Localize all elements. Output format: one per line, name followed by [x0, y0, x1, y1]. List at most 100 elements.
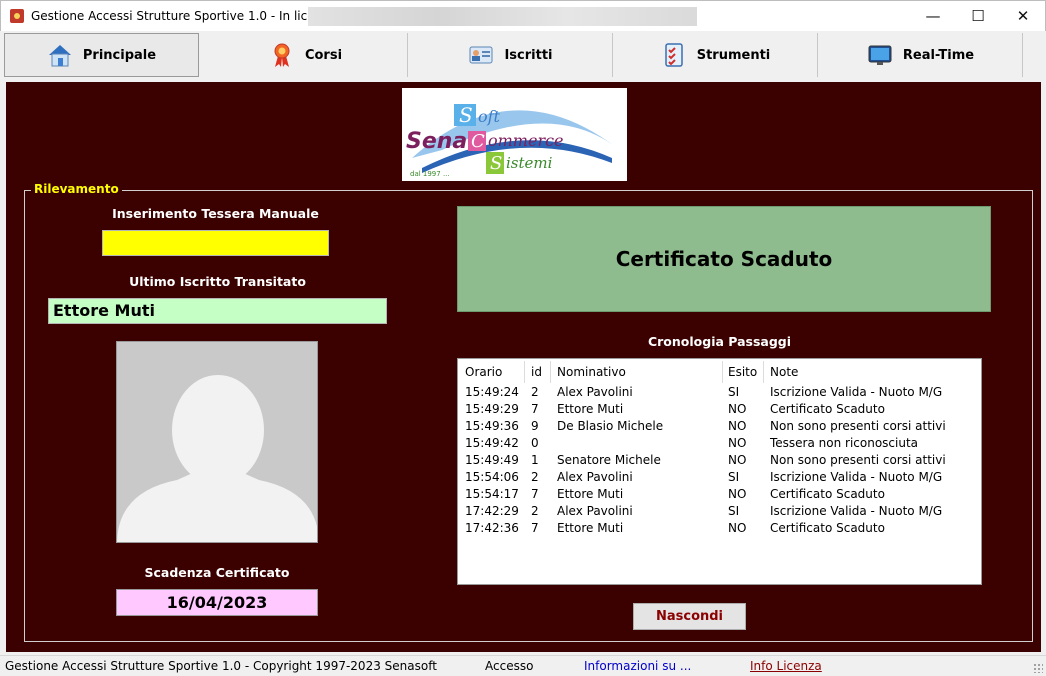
copyright-text: Gestione Accessi Strutture Sportive 1.0 … — [5, 659, 437, 673]
licensee-redacted — [308, 7, 697, 26]
svg-text:Sena: Sena — [406, 129, 467, 154]
row-time: 15:49:24 — [465, 385, 519, 399]
svg-text:istemi: istemi — [506, 154, 553, 172]
access-status-box: Certificato Scaduto — [457, 206, 991, 312]
license-link[interactable]: Info Licenza — [750, 659, 822, 673]
table-row[interactable]: 17:42:29 2 Alex Pavolini SI Iscrizione Valid… — [458, 504, 981, 521]
tab-bar: Principale Corsi Iscritti Strumenti Real… — [0, 31, 1046, 79]
column-divider — [763, 361, 764, 383]
row-time: 17:42:29 — [465, 504, 519, 518]
row-result: NO — [728, 487, 747, 501]
row-note: Iscrizione Valida - Nuoto M/G — [770, 385, 943, 399]
svg-text:dal 1997 ...: dal 1997 ... — [410, 170, 450, 178]
row-note: Tessera non riconosciuta — [770, 436, 919, 450]
id-card-icon — [469, 46, 493, 64]
svg-text:S: S — [459, 103, 473, 127]
row-name: Ettore Muti — [557, 521, 624, 535]
row-id: 7 — [531, 521, 539, 535]
row-id: 1 — [531, 453, 539, 467]
resize-grip[interactable] — [1033, 663, 1043, 673]
minimize-button[interactable]: — — [910, 1, 956, 31]
table-row[interactable]: 17:42:36 7 Ettore Muti NO Certificato Scadut… — [458, 521, 981, 538]
row-name: Alex Pavolini — [557, 504, 633, 518]
table-row[interactable]: 15:54:17 7 Ettore Muti NO Certificato Scadut… — [458, 487, 981, 504]
svg-text:S: S — [490, 153, 502, 174]
main-panel: S oft Sena C ommerce S istemi dal 1997 .… — [6, 82, 1041, 652]
row-name: Senatore Michele — [557, 453, 661, 467]
column-header-orario[interactable]: Orario — [465, 365, 502, 379]
row-result: NO — [728, 521, 747, 535]
row-name: Ettore Muti — [557, 402, 624, 416]
row-time: 15:54:17 — [465, 487, 519, 501]
row-time: 17:42:36 — [465, 521, 519, 535]
row-id: 7 — [531, 402, 539, 416]
history-header: Orario id Nominativo Esito Note — [458, 359, 981, 385]
row-id: 9 — [531, 419, 539, 433]
column-header-nominativo[interactable]: Nominativo — [557, 365, 626, 379]
checklist-icon — [664, 43, 683, 67]
last-member-field: Ettore Muti — [48, 298, 387, 324]
status-bar: Gestione Accessi Strutture Sportive 1.0 … — [0, 655, 1046, 676]
svg-text:oft: oft — [478, 107, 501, 126]
history-label: Cronologia Passaggi — [647, 334, 792, 349]
column-divider — [524, 361, 525, 383]
mode-text: Accesso — [485, 659, 534, 673]
row-note: Iscrizione Valida - Nuoto M/G — [770, 504, 943, 518]
group-title: Rilevamento — [31, 182, 122, 196]
window-title: Gestione Accessi Strutture Sportive 1.0 … — [31, 9, 352, 23]
manual-card-input[interactable] — [102, 230, 329, 256]
row-time: 15:49:49 — [465, 453, 519, 467]
company-logo: S oft Sena C ommerce S istemi dal 1997 .… — [402, 88, 627, 181]
senasoft-logo: S oft Sena C ommerce S istemi dal 1997 .… — [402, 88, 627, 181]
tab-label: Strumenti — [696, 47, 771, 63]
tab-principale[interactable]: Principale — [4, 33, 199, 77]
app-icon — [10, 9, 24, 23]
row-time: 15:49:29 — [465, 402, 519, 416]
table-row[interactable]: 15:49:42 0 NO Tessera non riconosciuta — [458, 436, 981, 453]
row-id: 2 — [531, 470, 539, 484]
row-id: 7 — [531, 487, 539, 501]
column-header-note[interactable]: Note — [770, 365, 798, 379]
column-header-esito[interactable]: Esito — [728, 365, 757, 379]
house-icon — [48, 45, 71, 67]
tab-label: Iscritti — [504, 47, 553, 63]
title-bar: Gestione Accessi Strutture Sportive 1.0 … — [0, 0, 1046, 31]
table-row[interactable]: 15:49:29 7 Ettore Muti NO Certificato Scadut… — [458, 402, 981, 419]
row-result: SI — [728, 470, 740, 484]
tab-real-time[interactable]: Real-Time — [819, 33, 1023, 77]
row-note: Non sono presenti corsi attivi — [770, 419, 946, 433]
table-row[interactable]: 15:49:24 2 Alex Pavolini SI Iscrizione Valid… — [458, 385, 981, 402]
manual-card-label: Inserimento Tessera Manuale — [112, 206, 319, 221]
tab-label: Principale — [82, 47, 157, 63]
table-row[interactable]: 15:49:36 9 De Blasio Michele NO Non sono pre… — [458, 419, 981, 436]
row-note: Non sono presenti corsi attivi — [770, 453, 946, 467]
history-list[interactable]: Orario id Nominativo Esito Note 15:49:24… — [457, 358, 982, 585]
row-note: Certificato Scaduto — [770, 521, 885, 535]
tab-label: Real-Time — [902, 47, 975, 63]
row-result: SI — [728, 504, 740, 518]
last-member-label: Ultimo Iscritto Transitato — [129, 274, 306, 289]
row-id: 0 — [531, 436, 539, 450]
award-ribbon-icon — [274, 43, 290, 67]
svg-text:C: C — [471, 131, 485, 152]
row-note: Certificato Scaduto — [770, 487, 885, 501]
tab-iscritti[interactable]: Iscritti — [409, 33, 613, 77]
table-row[interactable]: 15:49:49 1 Senatore Michele NO Non sono pres… — [458, 453, 981, 470]
tab-corsi[interactable]: Corsi — [204, 33, 408, 77]
row-id: 2 — [531, 504, 539, 518]
column-divider — [722, 361, 723, 383]
member-photo — [116, 341, 318, 543]
hide-button[interactable]: Nascondi — [633, 603, 746, 630]
avatar-placeholder-icon — [117, 342, 317, 542]
row-time: 15:49:36 — [465, 419, 519, 433]
column-header-id[interactable]: id — [531, 365, 542, 379]
close-button[interactable]: ✕ — [1000, 1, 1046, 31]
cert-expiry-field: 16/04/2023 — [116, 589, 318, 616]
row-name: Ettore Muti — [557, 487, 624, 501]
maximize-button[interactable]: ☐ — [955, 1, 1001, 31]
row-id: 2 — [531, 385, 539, 399]
svg-text:ommerce: ommerce — [488, 131, 564, 150]
tab-strumenti[interactable]: Strumenti — [614, 33, 818, 77]
table-row[interactable]: 15:54:06 2 Alex Pavolini SI Iscrizione Valid… — [458, 470, 981, 487]
info-link[interactable]: Informazioni su ... — [584, 659, 691, 673]
